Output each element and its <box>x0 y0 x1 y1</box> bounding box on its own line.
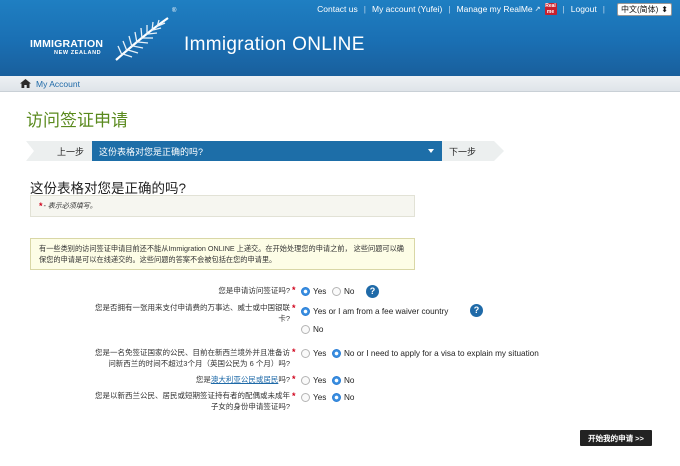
question-text-line1: 您是以新西兰公民、居民或短期签证持有者的配偶或未成年 <box>95 391 290 400</box>
manage-realme-link[interactable]: Manage my RealMe <box>457 4 533 14</box>
home-icon[interactable] <box>20 79 31 88</box>
q2-yes-radio[interactable] <box>301 307 310 316</box>
q3-yes-radio[interactable] <box>301 349 310 358</box>
option-label: Yes or I am from a fee waiver country <box>313 307 449 316</box>
language-selected-value: 中文(简体) <box>620 4 659 14</box>
q2-no-option[interactable]: No <box>301 325 323 334</box>
main-content: 访问签证申请 上一步 这份表格对您是正确的吗? 下一步 这份表格对您是正确的吗?… <box>14 96 666 466</box>
next-step-button[interactable]: 下一步 <box>442 141 504 161</box>
q3-no-option[interactable]: No or I need to apply for a visa to expl… <box>332 349 539 358</box>
language-select[interactable]: 中文(简体) ⬍ <box>616 2 672 16</box>
required-star: * <box>292 303 296 313</box>
next-step-label: 下一步 <box>449 146 477 157</box>
question-text-line1: 您是一名免签证国家的公民、目前在新西兰境外并且准备访 <box>95 348 290 357</box>
logout-link[interactable]: Logout <box>571 4 597 14</box>
question-text-pre: 您是 <box>195 375 211 384</box>
option-label: No <box>344 376 355 385</box>
option-label: Yes <box>313 393 327 402</box>
nav-separator: | <box>448 4 451 14</box>
site-title: Immigration ONLINE <box>184 34 365 55</box>
question-australian-label: 您是澳大利亚公民或居民吗? <box>50 375 290 386</box>
previous-step-label: 上一步 <box>56 146 84 157</box>
question-text-line2: 问新西兰的时间不超过3个月（英国公民为 6 个月）吗? <box>108 358 290 368</box>
option-label: Yes <box>313 349 327 358</box>
required-star: * <box>292 391 296 401</box>
question-partner-label: 您是以新西兰公民、居民或短期签证持有者的配偶或未成年 子女的身份申请签证吗? <box>50 391 290 412</box>
option-label: No <box>313 325 324 334</box>
nav-separator: | <box>363 4 366 14</box>
q5-yes-radio[interactable] <box>301 393 310 402</box>
question-card-label: 您是否拥有一张用来支付申请费的万事达、威士或中国银联 卡? <box>50 303 290 324</box>
silver-fern-icon <box>115 17 169 61</box>
required-note-text: - 表示必须填写。 <box>43 203 97 210</box>
previous-step-button[interactable]: 上一步 <box>26 141 92 161</box>
q4-no-option[interactable]: No <box>332 376 354 385</box>
q3-no-radio[interactable] <box>332 349 341 358</box>
q3-yes-option[interactable]: Yes <box>301 349 326 358</box>
question-visitor-visa-label: 您是申请访问签证吗? <box>60 286 290 297</box>
q1-no-option[interactable]: No <box>332 287 354 296</box>
logo-new-zealand: NEW ZEALAND <box>54 50 102 56</box>
question-text-line1: 您是否拥有一张用来支付申请费的万事达、威士或中国银联 <box>95 303 290 312</box>
required-field-note: * - 表示必须填写。 <box>30 195 415 217</box>
q4-no-radio[interactable] <box>332 376 341 385</box>
info-notice: 有一些类别的访问签证申请目前还不能从Immigration ONLINE 上递交… <box>30 238 415 270</box>
help-icon[interactable]: ? <box>470 304 483 317</box>
option-label: No <box>344 287 355 296</box>
site-header: Contact us | My account (Yufei) | Manage… <box>0 0 680 76</box>
select-arrows-icon: ⬍ <box>661 4 668 14</box>
step-navigation: 上一步 这份表格对您是正确的吗? 下一步 <box>26 141 504 161</box>
contact-us-link[interactable]: Contact us <box>317 4 358 14</box>
option-label: Yes <box>313 376 327 385</box>
question-text: 您是申请访问签证吗? <box>218 286 290 295</box>
q5-no-option[interactable]: No <box>332 393 354 402</box>
logo-immigration: IMMIGRATION <box>30 38 104 50</box>
realme-logo-icon: Real me <box>544 3 557 15</box>
option-label: Yes <box>313 287 327 296</box>
section-heading: 这份表格对您是正确的吗? <box>30 181 187 196</box>
help-icon[interactable]: ? <box>366 285 379 298</box>
breadcrumb-my-account[interactable]: My Account <box>36 79 80 89</box>
q5-no-radio[interactable] <box>332 393 341 402</box>
external-link-icon: ↗ <box>534 6 541 13</box>
option-label: No or I need to apply for a visa to expl… <box>344 349 539 358</box>
registered-mark: ® <box>172 8 177 14</box>
q1-yes-option[interactable]: Yes <box>301 287 326 296</box>
breadcrumb: My Account <box>0 76 680 92</box>
required-star: * <box>292 285 296 295</box>
my-account-link[interactable]: My account (Yufei) <box>372 4 442 14</box>
option-label: No <box>344 393 355 402</box>
question-visa-waiver-label: 您是一名免签证国家的公民、目前在新西兰境外并且准备访 问新西兰的时间不超过3个月… <box>50 348 290 369</box>
q4-yes-radio[interactable] <box>301 376 310 385</box>
current-step-label: 这份表格对您是正确的吗? <box>99 146 204 157</box>
australian-citizen-link[interactable]: 澳大利亚公民或居民 <box>211 375 279 384</box>
question-text-post: 吗? <box>278 375 290 384</box>
q5-yes-option[interactable]: Yes <box>301 393 326 402</box>
required-star: * <box>39 201 43 211</box>
current-step-dropdown[interactable]: 这份表格对您是正确的吗? <box>92 141 442 161</box>
question-text-line2: 卡? <box>278 313 290 323</box>
start-application-button[interactable]: 开始我的申请 >> <box>580 430 652 446</box>
q4-yes-option[interactable]: Yes <box>301 376 326 385</box>
top-navigation: Contact us | My account (Yufei) | Manage… <box>317 2 672 16</box>
nav-separator: | <box>562 4 565 14</box>
q2-no-radio[interactable] <box>301 325 310 334</box>
q1-no-radio[interactable] <box>332 287 341 296</box>
q1-yes-radio[interactable] <box>301 287 310 296</box>
required-star: * <box>292 374 296 384</box>
page-title: 访问签证申请 <box>26 111 128 130</box>
required-star: * <box>292 347 296 357</box>
chevron-down-icon <box>428 149 434 153</box>
question-text-line2: 子女的身份申请签证吗? <box>210 401 290 411</box>
nav-separator: | <box>602 4 605 14</box>
q2-yes-option[interactable]: Yes or I am from a fee waiver country <box>301 307 448 316</box>
